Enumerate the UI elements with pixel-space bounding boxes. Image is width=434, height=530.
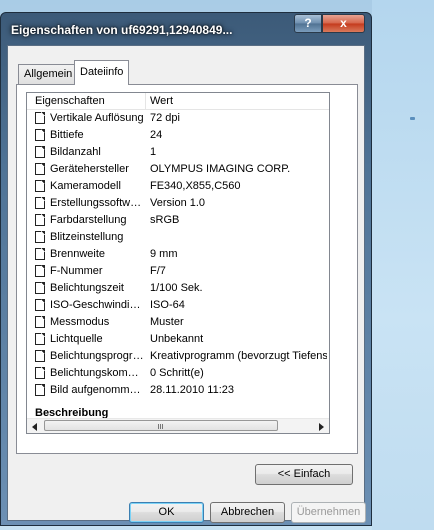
property-name: Lichtquelle xyxy=(50,333,103,345)
property-list[interactable]: Eigenschaften Wert Vertikale Auflösung 7… xyxy=(26,92,330,434)
property-value: 72 dpi xyxy=(150,112,180,124)
tab-dateiinfo[interactable]: Dateiinfo xyxy=(74,60,130,85)
properties-dialog: Eigenschaften von uf69291,12940849... ? … xyxy=(0,12,372,526)
list-item[interactable]: Kameramodell FE340,X855,C560 xyxy=(27,178,329,195)
list-item[interactable]: Blitzeinstellung xyxy=(27,229,329,246)
list-item[interactable]: F-Nummer F/7 xyxy=(27,263,329,280)
list-item[interactable]: Bildanzahl 1 xyxy=(27,144,329,161)
property-value: Kreativprogramm (bevorzugt Tiefens xyxy=(150,350,327,362)
grip-line xyxy=(162,424,163,429)
file-icon xyxy=(35,350,45,362)
file-icon xyxy=(35,214,45,226)
list-item[interactable]: Lichtquelle Unbekannt xyxy=(27,331,329,348)
list-item[interactable]: Erstellungssoftware Version 1.0 xyxy=(27,195,329,212)
apply-button[interactable]: Übernehmen xyxy=(291,502,366,523)
tab-allgemein[interactable]: Allgemein xyxy=(18,64,79,84)
property-name: Blitzeinstellung xyxy=(50,231,124,243)
property-value: 9 mm xyxy=(150,248,178,260)
file-icon xyxy=(35,248,45,260)
ok-button[interactable]: OK xyxy=(129,502,204,523)
property-value: ISO-64 xyxy=(150,299,185,311)
file-icon xyxy=(35,146,45,158)
column-header-eigenschaften[interactable]: Eigenschaften xyxy=(35,95,105,107)
column-divider[interactable] xyxy=(145,93,146,109)
file-icon xyxy=(35,299,45,311)
desktop-background xyxy=(372,0,434,530)
desktop-dot xyxy=(410,117,415,120)
list-item[interactable]: Vertikale Auflösung 72 dpi xyxy=(27,110,329,127)
property-name: Bildanzahl xyxy=(50,146,101,158)
file-icon xyxy=(35,231,45,243)
property-value: 24 xyxy=(150,129,163,141)
file-icon xyxy=(35,367,45,379)
file-icon xyxy=(35,163,45,175)
file-icon xyxy=(35,333,45,345)
property-value: FE340,X855,C560 xyxy=(150,180,241,192)
property-name: Messmodus xyxy=(50,316,110,328)
property-name: Kameramodell xyxy=(50,180,121,192)
file-icon xyxy=(35,282,45,294)
property-name: Brennweite xyxy=(50,248,106,260)
column-header-wert[interactable]: Wert xyxy=(150,95,173,107)
property-value: F/7 xyxy=(150,265,166,277)
property-value: OLYMPUS IMAGING CORP. xyxy=(150,163,291,175)
file-icon xyxy=(35,112,45,124)
help-button[interactable]: ? xyxy=(294,14,322,33)
property-value: Unbekannt xyxy=(150,333,204,345)
file-icon xyxy=(35,180,45,192)
property-value: 0 Schritt(e) xyxy=(150,367,204,379)
property-name: F-Nummer xyxy=(50,265,103,277)
property-name: Erstellungssoftware xyxy=(50,197,144,209)
property-value: 1/100 Sek. xyxy=(150,282,203,294)
property-value: sRGB xyxy=(150,214,180,226)
dialog-title: Eigenschaften von uf69291,12940849... xyxy=(11,23,233,37)
property-name: Belichtungskompe... xyxy=(50,367,144,379)
property-name: ISO-Geschwindigkeit xyxy=(50,299,144,311)
column-header: Eigenschaften Wert xyxy=(27,93,329,110)
list-item[interactable]: Bittiefe 24 xyxy=(27,127,329,144)
property-name: Farbdarstellung xyxy=(50,214,127,226)
scroll-right-arrow-icon[interactable] xyxy=(319,423,324,431)
file-icon xyxy=(35,316,45,328)
file-icon xyxy=(35,384,45,396)
property-value: Muster xyxy=(150,316,184,328)
dialog-client: Allgemein Dateiinfo Eigenschaften Wert V… xyxy=(7,45,366,523)
property-name: Bittiefe xyxy=(50,129,84,141)
list-item[interactable]: Messmodus Muster xyxy=(27,314,329,331)
title-bar[interactable]: Eigenschaften von uf69291,12940849... ? … xyxy=(1,13,371,45)
grip-line xyxy=(158,424,159,429)
property-value: Version 1.0 xyxy=(150,197,206,209)
property-value: 28.11.2010 11:23 xyxy=(150,384,235,396)
list-item[interactable]: Brennweite 9 mm xyxy=(27,246,329,263)
property-name: Belichtungszeit xyxy=(50,282,124,294)
list-item[interactable]: Bild aufgenomme... 28.11.2010 11:23 xyxy=(27,382,329,399)
file-icon xyxy=(35,265,45,277)
simple-view-button[interactable]: << Einfach xyxy=(255,464,353,485)
list-item[interactable]: ISO-Geschwindigkeit ISO-64 xyxy=(27,297,329,314)
list-item[interactable]: Farbdarstellung sRGB xyxy=(27,212,329,229)
property-name: Belichtungsprogra... xyxy=(50,350,144,362)
cancel-button[interactable]: Abbrechen xyxy=(210,502,285,523)
grip-line xyxy=(160,424,161,429)
file-icon xyxy=(35,129,45,141)
list-item[interactable]: Gerätehersteller OLYMPUS IMAGING CORP. xyxy=(27,161,329,178)
property-name: Vertikale Auflösung xyxy=(50,112,144,124)
list-item[interactable]: Belichtungszeit 1/100 Sek. xyxy=(27,280,329,297)
property-name: Gerätehersteller xyxy=(50,163,129,175)
horizontal-scroll-thumb[interactable] xyxy=(44,420,278,431)
list-item[interactable]: Belichtungskompe... 0 Schritt(e) xyxy=(27,365,329,382)
list-item[interactable]: Belichtungsprogra... Kreativprogramm (be… xyxy=(27,348,329,365)
horizontal-scrollbar[interactable] xyxy=(27,418,329,433)
close-button[interactable]: x xyxy=(322,14,365,33)
file-icon xyxy=(35,197,45,209)
scroll-left-arrow-icon[interactable] xyxy=(32,423,37,431)
property-value: 1 xyxy=(150,146,157,158)
property-name: Bild aufgenomme... xyxy=(50,384,144,396)
